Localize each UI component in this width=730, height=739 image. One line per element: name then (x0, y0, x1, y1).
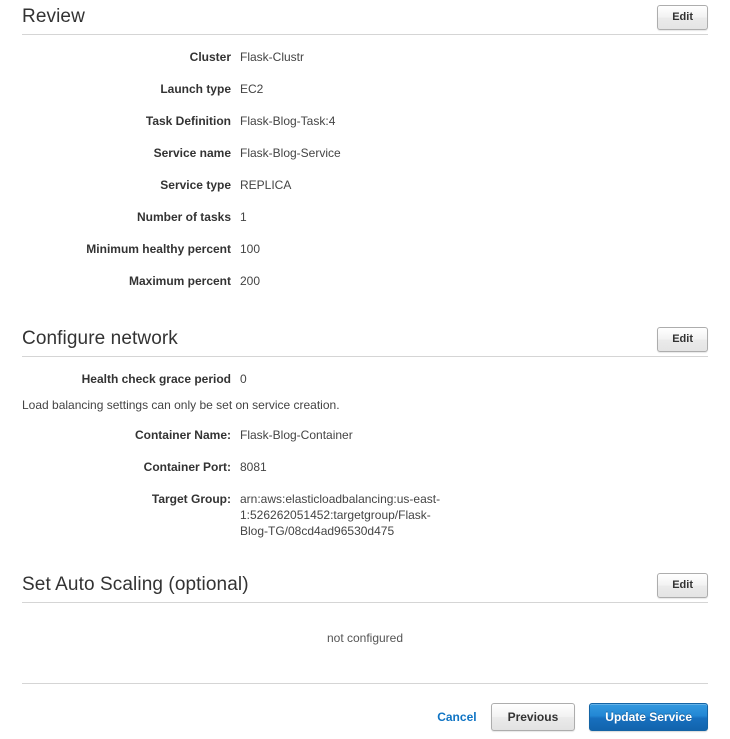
detail-row-target-group: Target Group: arn:aws:elasticloadbalanci… (22, 491, 708, 539)
section-configure-network: Configure network Edit Health check grac… (0, 305, 730, 539)
load-balancing-note: Load balancing settings can only be set … (22, 398, 340, 412)
section-review: Review Edit Cluster Flask-Clustr Launch … (0, 0, 730, 289)
detail-value: Flask-Blog-Container (240, 428, 353, 442)
detail-label: Container Port: (143, 460, 231, 474)
detail-label: Maximum percent (128, 274, 231, 288)
detail-row-launch-type: Launch type EC2 (22, 81, 708, 97)
detail-label: Container Name: (134, 428, 231, 442)
previous-button[interactable]: Previous (490, 703, 576, 731)
detail-label: Target Group: (151, 492, 231, 506)
detail-row-minimum-healthy-percent: Minimum healthy percent 100 (22, 241, 708, 257)
detail-value: 8081 (240, 460, 267, 474)
edit-configure-network-button[interactable]: Edit (657, 326, 708, 352)
auto-scaling-empty-state: not configured (326, 631, 404, 645)
detail-value: 1 (240, 210, 247, 224)
wizard-footer: Cancel Previous Update Service (0, 683, 730, 731)
section-set-auto-scaling: Set Auto Scaling (optional) Edit not con… (0, 555, 730, 683)
detail-label: Task Definition (145, 114, 231, 128)
detail-label: Launch type (160, 82, 231, 96)
edit-set-auto-scaling-button[interactable]: Edit (657, 572, 708, 598)
detail-label: Number of tasks (136, 210, 231, 224)
review-detail-list: Cluster Flask-Clustr Launch type EC2 Tas… (22, 35, 708, 289)
detail-row-maximum-percent: Maximum percent 200 (22, 273, 708, 289)
detail-value: arn:aws:elasticloadbalancing:us-east-1:5… (240, 492, 441, 538)
detail-label: Minimum healthy percent (86, 242, 231, 256)
configure-network-header: Configure network Edit (22, 322, 708, 356)
detail-row-container-name: Container Name: Flask-Blog-Container (22, 427, 708, 443)
cancel-button[interactable]: Cancel (437, 711, 476, 723)
detail-row-container-port: Container Port: 8081 (22, 459, 708, 475)
detail-row-health-check-grace-period: Health check grace period 0 (22, 371, 708, 387)
detail-value: Flask-Blog-Task:4 (240, 114, 336, 128)
footer-actions: Cancel Previous Update Service (22, 684, 708, 731)
detail-value: REPLICA (240, 178, 292, 192)
detail-value: EC2 (240, 82, 264, 96)
detail-row-service-name: Service name Flask-Blog-Service (22, 145, 708, 161)
detail-value: Flask-Clustr (240, 50, 305, 64)
detail-label: Service name (153, 146, 231, 160)
detail-value: Flask-Blog-Service (240, 146, 341, 160)
edit-review-button[interactable]: Edit (657, 4, 708, 30)
detail-row-number-of-tasks: Number of tasks 1 (22, 209, 708, 225)
configure-network-detail-list: Health check grace period 0 Load balanci… (22, 357, 708, 539)
page-title: Review (22, 6, 85, 27)
set-auto-scaling-title: Set Auto Scaling (optional) (22, 574, 249, 595)
update-service-button[interactable]: Update Service (589, 703, 708, 731)
detail-row-cluster: Cluster Flask-Clustr (22, 49, 708, 65)
configure-network-title: Configure network (22, 328, 178, 349)
set-auto-scaling-header: Set Auto Scaling (optional) Edit (22, 568, 708, 602)
review-header: Review Edit (22, 0, 708, 34)
detail-value: 100 (240, 242, 261, 256)
detail-label: Health check grace period (81, 372, 231, 386)
detail-label: Service type (160, 178, 231, 192)
detail-value: 0 (240, 372, 247, 386)
detail-label: Cluster (189, 50, 231, 64)
review-wizard-page: Review Edit Cluster Flask-Clustr Launch … (0, 0, 730, 739)
detail-value: 200 (240, 274, 261, 288)
detail-row-service-type: Service type REPLICA (22, 177, 708, 193)
detail-row-task-definition: Task Definition Flask-Blog-Task:4 (22, 113, 708, 129)
